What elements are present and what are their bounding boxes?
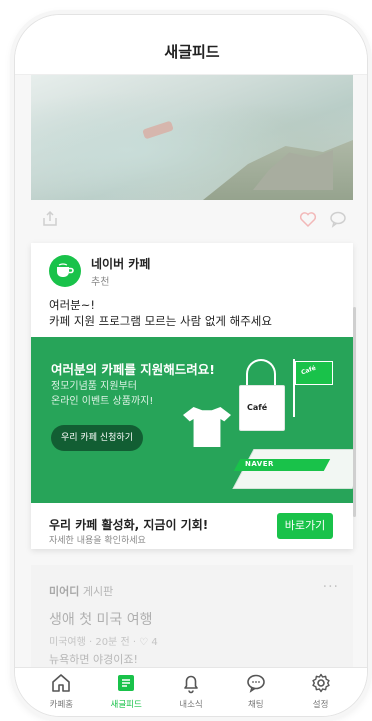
panel-label: NAVER — [245, 460, 274, 468]
tab-new-feed[interactable]: 새글피드 — [94, 668, 159, 716]
banner-desc-line1: 정모기념품 지원부터 — [51, 381, 137, 392]
scrollbar[interactable] — [353, 307, 356, 517]
banner-title: 여러분의 카페를 지원해드려요! — [51, 362, 215, 377]
bottom-tab-bar: 카페홈 새글피드 내소식 채팅 설정 — [15, 667, 367, 716]
share-icon[interactable] — [39, 209, 61, 231]
promo-text: 여러분~! 카페 지원 프로그램 모르는 사람 없게 해주세요 — [49, 297, 272, 329]
cta-title: 우리 카페 활성화, 지금이 기회! — [49, 518, 209, 532]
tab-settings[interactable]: 설정 — [288, 668, 353, 716]
promo-brand-row: 네이버 카페 추천 — [49, 255, 329, 288]
banner-desc-line2: 온라인 이벤트 상품까지! — [51, 396, 154, 407]
feed-post[interactable]: 미어디 게시판 ··· 생애 첫 미국 여행 미국여행 · 20분 전 · ♡ … — [31, 565, 353, 675]
promo-banner[interactable]: 여러분의 카페를 지원해드려요! 정모기념품 지원부터 온라인 이벤트 상품까지… — [31, 337, 353, 503]
phone-frame: 새글피드 미어디 게시판 ··· 생애 첫 미국 여행 미국여행 · 20분 전… — [14, 14, 368, 717]
post-title: 생애 첫 미국 여행 — [49, 612, 153, 628]
banner-desc: 정모기념품 지원부터 온라인 이벤트 상품까지! — [51, 379, 153, 409]
more-icon[interactable]: ··· — [323, 579, 339, 595]
post-photo[interactable] — [31, 75, 353, 200]
post-snippet: 뉴욕하면 야경이죠! — [49, 653, 138, 666]
tab-label: 내소식 — [179, 700, 203, 710]
comment-icon[interactable] — [327, 209, 349, 231]
tab-label: 채팅 — [247, 700, 264, 710]
tshirt-illustration — [183, 407, 231, 447]
tab-label: 새글피드 — [110, 700, 142, 710]
post-cafe-meta: 미어디 게시판 — [49, 585, 114, 598]
promo-text-line2: 카페 지원 프로그램 모르는 사람 없게 해주세요 — [49, 314, 272, 328]
chat-icon — [245, 672, 267, 694]
home-icon — [50, 672, 72, 694]
tote-label: Café — [247, 403, 268, 412]
cafe-logo-icon — [49, 255, 81, 287]
heart-icon[interactable] — [297, 209, 319, 231]
post-info: 미국여행 · 20분 전 · ♡ 4 — [49, 637, 158, 648]
promo-brand-name: 네이버 카페 — [91, 257, 151, 271]
app-header: 새글피드 — [15, 15, 367, 75]
tab-chat[interactable]: 채팅 — [223, 668, 288, 716]
post-actions — [31, 203, 353, 237]
feed-icon — [115, 672, 137, 694]
bell-icon — [180, 672, 202, 694]
page-title: 새글피드 — [164, 43, 220, 61]
apply-button[interactable]: 우리 카페 신청하기 — [51, 425, 143, 451]
promo-brand-sub: 추천 — [91, 277, 110, 288]
shortcut-button[interactable]: 바로가기 — [277, 513, 333, 539]
tab-label: 카페홈 — [49, 700, 74, 710]
boat-image — [142, 120, 174, 140]
cta-subtitle: 자세한 내용을 확인하세요 — [49, 536, 146, 546]
tab-my-news[interactable]: 내소식 — [159, 668, 224, 716]
gear-icon — [310, 672, 332, 694]
promo-card: 네이버 카페 추천 여러분~! 카페 지원 프로그램 모르는 사람 없게 해주세… — [31, 243, 353, 549]
tab-cafe-home[interactable]: 카페홈 — [29, 668, 94, 716]
tab-label: 설정 — [312, 700, 329, 710]
promo-text-line1: 여러분~! — [49, 298, 95, 312]
